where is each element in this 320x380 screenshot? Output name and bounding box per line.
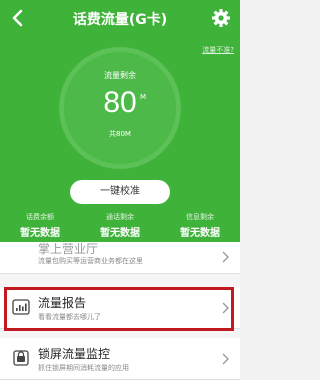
page-title: 话费流量(G卡) [72,12,168,28]
stat-calls[interactable]: 通话剩余 暂无数据 [80,212,160,239]
chevron-right-icon [222,251,229,263]
title-bar: 话费流量(G卡) [0,0,240,36]
data-inaccurate-link[interactable]: 流量不准? [202,45,234,55]
stat-label: 话费余额 [26,213,54,221]
stat-balance[interactable]: 话费余额 暂无数据 [0,212,80,239]
list-item-lockscreen-monitor[interactable]: 锁屏流量监控 抓住锁屏期间消耗流量的应用 [0,338,240,380]
calibrate-button[interactable]: 一键校准 [70,180,170,204]
stat-label: 通话剩余 [106,213,134,221]
stat-label: 信息剩余 [186,213,214,221]
back-arrow-icon[interactable] [8,8,28,28]
chevron-right-icon [222,353,229,365]
usage-unit: M [140,93,147,101]
stat-value: 暂无数据 [100,228,140,239]
stat-value: 暂无数据 [180,228,220,239]
usage-total: 共80M [109,130,131,138]
usage-value: 80 [103,86,137,119]
list-item-desc: 抓住锁屏期间消耗流量的应用 [38,364,129,372]
stat-value: 暂无数据 [20,228,60,239]
list-item-title: 锁屏流量监控 [38,347,111,361]
list-item-online-hall[interactable]: 掌上营业厅 流量包购买等运营商业务都在这里 [0,242,240,274]
gear-icon[interactable] [211,8,231,28]
highlight-box [4,287,234,331]
list-item-title: 掌上营业厅 [38,242,99,256]
list-item-desc: 流量包购买等运营商业务都在这里 [38,257,143,265]
stat-messages[interactable]: 信息剩余 暂无数据 [160,212,240,239]
header-panel: 话费流量(G卡) 流量不准? 流量剩余 80 M 共80M 一键校准 话费余额 … [0,0,240,246]
lock-monitor-icon [13,350,29,366]
usage-label: 流量剩余 [104,71,136,80]
